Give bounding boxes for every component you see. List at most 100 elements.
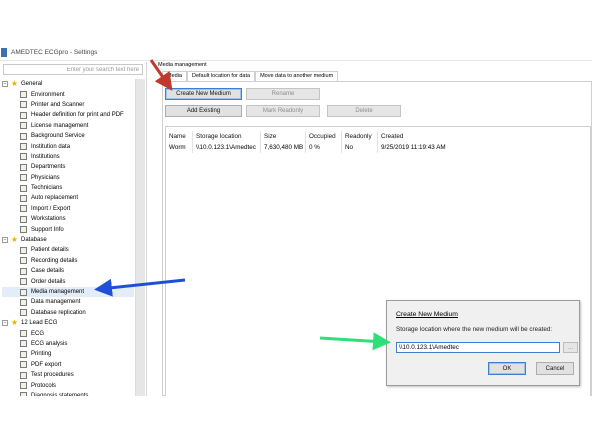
sidebar-item-label: Patient details [31,247,69,254]
sidebar-item-label: Header definition for print and PDF [31,112,124,119]
sidebar-item-protocols[interactable]: Protocols [2,380,134,390]
sidebar-item-label: Diagnosis statements [31,392,89,396]
dialog-title-text: Create New Medium [396,311,458,318]
tree-scrollbar[interactable] [135,79,145,396]
sidebar-item-test-procedures[interactable]: Test procedures [2,370,134,380]
ok-button[interactable]: OK [488,362,526,375]
browse-button[interactable]: ... [563,342,578,353]
settings-page-icon [20,298,27,306]
create-new-medium-button[interactable]: Create New Medium [165,88,242,100]
settings-page-icon [20,111,27,119]
dialog-title: Create New Medium [396,311,458,318]
settings-page-icon [20,194,27,202]
collapse-icon[interactable]: − [2,81,8,88]
sidebar-item-institutions[interactable]: Institutions [2,152,134,162]
column-header-storage-location[interactable]: Storage location [193,131,261,142]
tab-strip: Media Default location for data Move dat… [162,71,339,81]
sidebar-item-label: Recording details [31,257,78,264]
tab-media[interactable]: Media [162,71,187,81]
sidebar-item-patient-details[interactable]: Patient details [2,245,134,255]
tree-group-label: Database [21,237,47,244]
delete-button[interactable]: Delete [327,105,401,117]
sidebar-item-label: Import / Export [31,205,71,212]
sidebar-item-support-info[interactable]: Support Info [2,224,134,234]
collapse-icon[interactable]: − [2,237,8,244]
sidebar-item-order-details[interactable]: Order details [2,276,134,286]
cell-created: 9/25/2019 11:19:43 AM [381,144,446,151]
sidebar-item-physicians[interactable]: Physicians [2,173,134,183]
collapse-icon[interactable]: − [2,320,8,327]
settings-page-icon [20,174,27,182]
column-header-readonly[interactable]: Readonly [342,131,378,142]
sidebar-item-label: Institution data [31,143,71,150]
star-icon: ★ [10,235,19,245]
sidebar-item-license-management[interactable]: License management [2,121,134,131]
sidebar-item-recording-details[interactable]: Recording details [2,256,134,266]
sidebar-item-label: Printer and Scanner [31,101,85,108]
sidebar-item-workstations[interactable]: Workstations [2,214,134,224]
settings-page-icon [20,122,27,130]
settings-page-icon [20,205,27,213]
settings-page-icon [20,143,27,151]
sidebar-item-environment[interactable]: Environment [2,89,134,99]
column-header-size[interactable]: Size [261,131,306,142]
sidebar-item-label: License management [31,122,89,129]
sidebar-item-ecg-analysis[interactable]: ECG analysis [2,339,134,349]
sidebar-item-printer-and-scanner[interactable]: Printer and Scanner [2,100,134,110]
sidebar-item-pdf-export[interactable]: PDF export [2,360,134,370]
settings-search-input[interactable] [3,64,143,75]
sidebar-item-label: Environment [31,91,65,98]
rename-button[interactable]: Rename [246,88,320,100]
tree-group-label: General [21,81,43,88]
settings-sidebar: −★GeneralEnvironmentPrinter and ScannerH… [0,62,147,396]
sidebar-item-diagnosis-statements[interactable]: Diagnosis statements [2,391,134,396]
settings-page-icon [20,267,27,275]
sidebar-item-data-management[interactable]: Data management [2,297,134,307]
mark-readonly-button[interactable]: Mark Readonly [246,105,320,117]
sidebar-item-technicians[interactable]: Technicians [2,183,134,193]
sidebar-item-label: Auto replacement [31,195,79,202]
sidebar-item-import-export[interactable]: Import / Export [2,204,134,214]
section-title: Media management [158,62,207,68]
sidebar-item-label: Workstations [31,216,66,223]
settings-tree: − ★ General Environment Printer and Scanner H… [2,79,134,396]
settings-page-icon [20,350,27,358]
sidebar-item-printing[interactable]: Printing [2,349,134,359]
cell-size: 7,630,480 MB [261,142,306,153]
settings-page-icon [20,132,27,140]
tab-move-data[interactable]: Move data to another medium [255,71,339,81]
sidebar-item-media-management[interactable]: Media management [2,286,134,298]
tree-group-database[interactable]: − ★ Database [2,235,134,245]
sidebar-item-case-details[interactable]: Case details [2,266,134,276]
settings-page-icon [20,382,27,390]
column-header-occupied[interactable]: Occupied [306,131,342,142]
table-row[interactable]: Worm \\10.0.123.1\Amedtec 7,630,480 MB 0… [166,142,498,153]
sidebar-item-label: Institutions [31,153,60,160]
sidebar-item-label: Database replication [31,309,86,316]
sidebar-item-auto-replacement[interactable]: Auto replacement [2,193,134,203]
settings-page-icon [20,330,27,338]
cell-occupied: 0 % [306,142,342,153]
column-header-created[interactable]: Created [378,131,498,142]
app-logo-icon [1,47,7,57]
settings-page-icon [20,309,27,317]
settings-page-icon [20,361,27,369]
settings-page-icon [20,288,27,296]
window-titlebar: AMEDTEC ECGpro - Settings [0,44,592,61]
sidebar-item-ecg[interactable]: ECG [2,328,134,338]
storage-location-input[interactable] [396,342,560,353]
sidebar-item-departments[interactable]: Departments [2,162,134,172]
tab-default-location[interactable]: Default location for data [186,71,256,81]
sidebar-item-label: Departments [31,164,66,171]
sidebar-item-institution-data[interactable]: Institution data [2,141,134,151]
tree-group-12-lead-ecg[interactable]: − ★ 12 Lead ECG [2,318,134,328]
sidebar-item-label: Order details [31,278,66,285]
tree-group-general[interactable]: − ★ General [2,79,134,89]
column-header-name[interactable]: Name [166,131,193,142]
cancel-button[interactable]: Cancel [536,362,574,375]
cell-storage-location: \\10.0.123.1\Amedtec [193,142,261,153]
sidebar-item-background-service[interactable]: Background Service [2,131,134,141]
sidebar-item-database-replication[interactable]: Database replication [2,308,134,318]
sidebar-item-header-definition-for-print-and-pdf[interactable]: Header definition for print and PDF [2,110,134,120]
add-existing-button[interactable]: Add Existing [165,105,242,117]
